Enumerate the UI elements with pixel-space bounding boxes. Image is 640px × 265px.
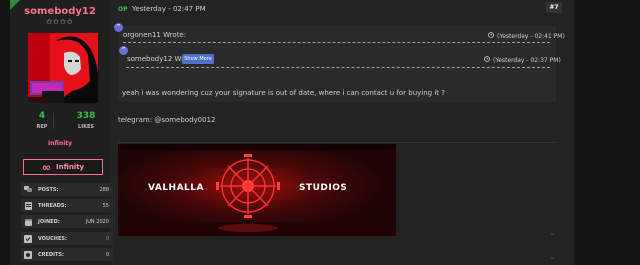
quote1-time-text: (Yesterday - 02:41 PM) <box>497 32 565 40</box>
threads-icon <box>24 201 32 210</box>
badge-text: Infinity <box>56 163 85 171</box>
rep-label: REP <box>36 124 48 130</box>
post-number[interactable]: #7 <box>546 2 562 13</box>
banner-text-left: VALHALLA <box>148 183 204 193</box>
chat-bubbles-icon <box>24 186 32 194</box>
quote-icon: ” <box>114 23 123 32</box>
infinity-icon: ∞ <box>41 160 52 174</box>
forum-page: somebody12 ✩✩✩✩ 4 REP 338 LIKES Infinity… <box>0 0 640 265</box>
left-gutter <box>0 0 10 265</box>
joined-value: JUN 2020 <box>85 218 109 225</box>
posts-label: POSTS: <box>38 186 59 193</box>
corner-triangle <box>10 0 20 10</box>
quote-icon: ” <box>119 46 128 55</box>
user-stats: 4 REP 338 LIKES <box>20 111 108 131</box>
clock-icon <box>484 56 490 64</box>
avatar[interactable] <box>28 33 98 103</box>
telegram-contact: telegram: @somebody0012 <box>118 116 216 124</box>
post-body: yeah i was wondering cuz your signature … <box>122 89 445 97</box>
dash-mark <box>551 233 554 235</box>
clock-icon <box>488 32 494 40</box>
infinity-badge[interactable]: ∞ Infinity <box>23 159 103 175</box>
right-gutter <box>574 0 640 265</box>
likes-label: LIKES <box>78 124 94 130</box>
info-row-posts: POSTS: 288 <box>21 183 113 196</box>
rank-stars: ✩✩✩✩ <box>46 18 74 26</box>
credits-value: 0 <box>105 251 109 258</box>
post-timestamp[interactable]: Yesterday - 02:47 PM <box>132 5 206 13</box>
dash-mark <box>551 257 554 259</box>
calendar-icon <box>24 218 32 226</box>
credits-icon <box>24 250 32 259</box>
username[interactable]: somebody12 <box>10 6 110 17</box>
quote2-time-text: (Yesterday - 02:37 PM) <box>493 56 561 64</box>
posts-value: 288 <box>99 186 109 193</box>
avatar-image <box>28 33 98 103</box>
threads-value: 55 <box>102 202 109 209</box>
vouch-icon <box>24 234 32 243</box>
vouches-label: VOUCHES: <box>38 235 67 242</box>
info-row-vouches: VOUCHES: 0 <box>21 232 113 245</box>
user-rank: Infinity <box>47 140 73 147</box>
quote2-time: (Yesterday - 02:37 PM) <box>484 56 561 64</box>
quote1-divider <box>123 42 550 43</box>
rep-stat[interactable]: 4 REP <box>20 111 64 130</box>
stats-divider <box>53 113 54 129</box>
rep-value: 4 <box>38 111 46 121</box>
info-row-joined: JOINED: JUN 2020 <box>21 215 113 228</box>
credits-label: CREDITS: <box>38 251 64 258</box>
vouches-value: 0 <box>105 235 109 242</box>
joined-label: JOINED: <box>38 218 60 225</box>
likes-value: 338 <box>76 111 96 121</box>
info-row-credits: CREDITS: 0 <box>21 248 113 261</box>
likes-stat[interactable]: 338 LIKES <box>64 111 108 130</box>
op-badge: OP <box>118 6 128 13</box>
quote2-divider <box>126 67 550 68</box>
quote1-author[interactable]: orgonen11 Wrote: <box>123 31 186 39</box>
show-more-button[interactable]: Show More <box>182 54 214 64</box>
threads-label: THREADS: <box>38 202 67 209</box>
banner-text-right: STUDIOS <box>299 183 348 193</box>
quote1-time: (Yesterday - 02:41 PM) <box>488 32 565 40</box>
info-row-threads: THREADS: 55 <box>21 199 113 212</box>
signature-divider <box>118 142 556 143</box>
